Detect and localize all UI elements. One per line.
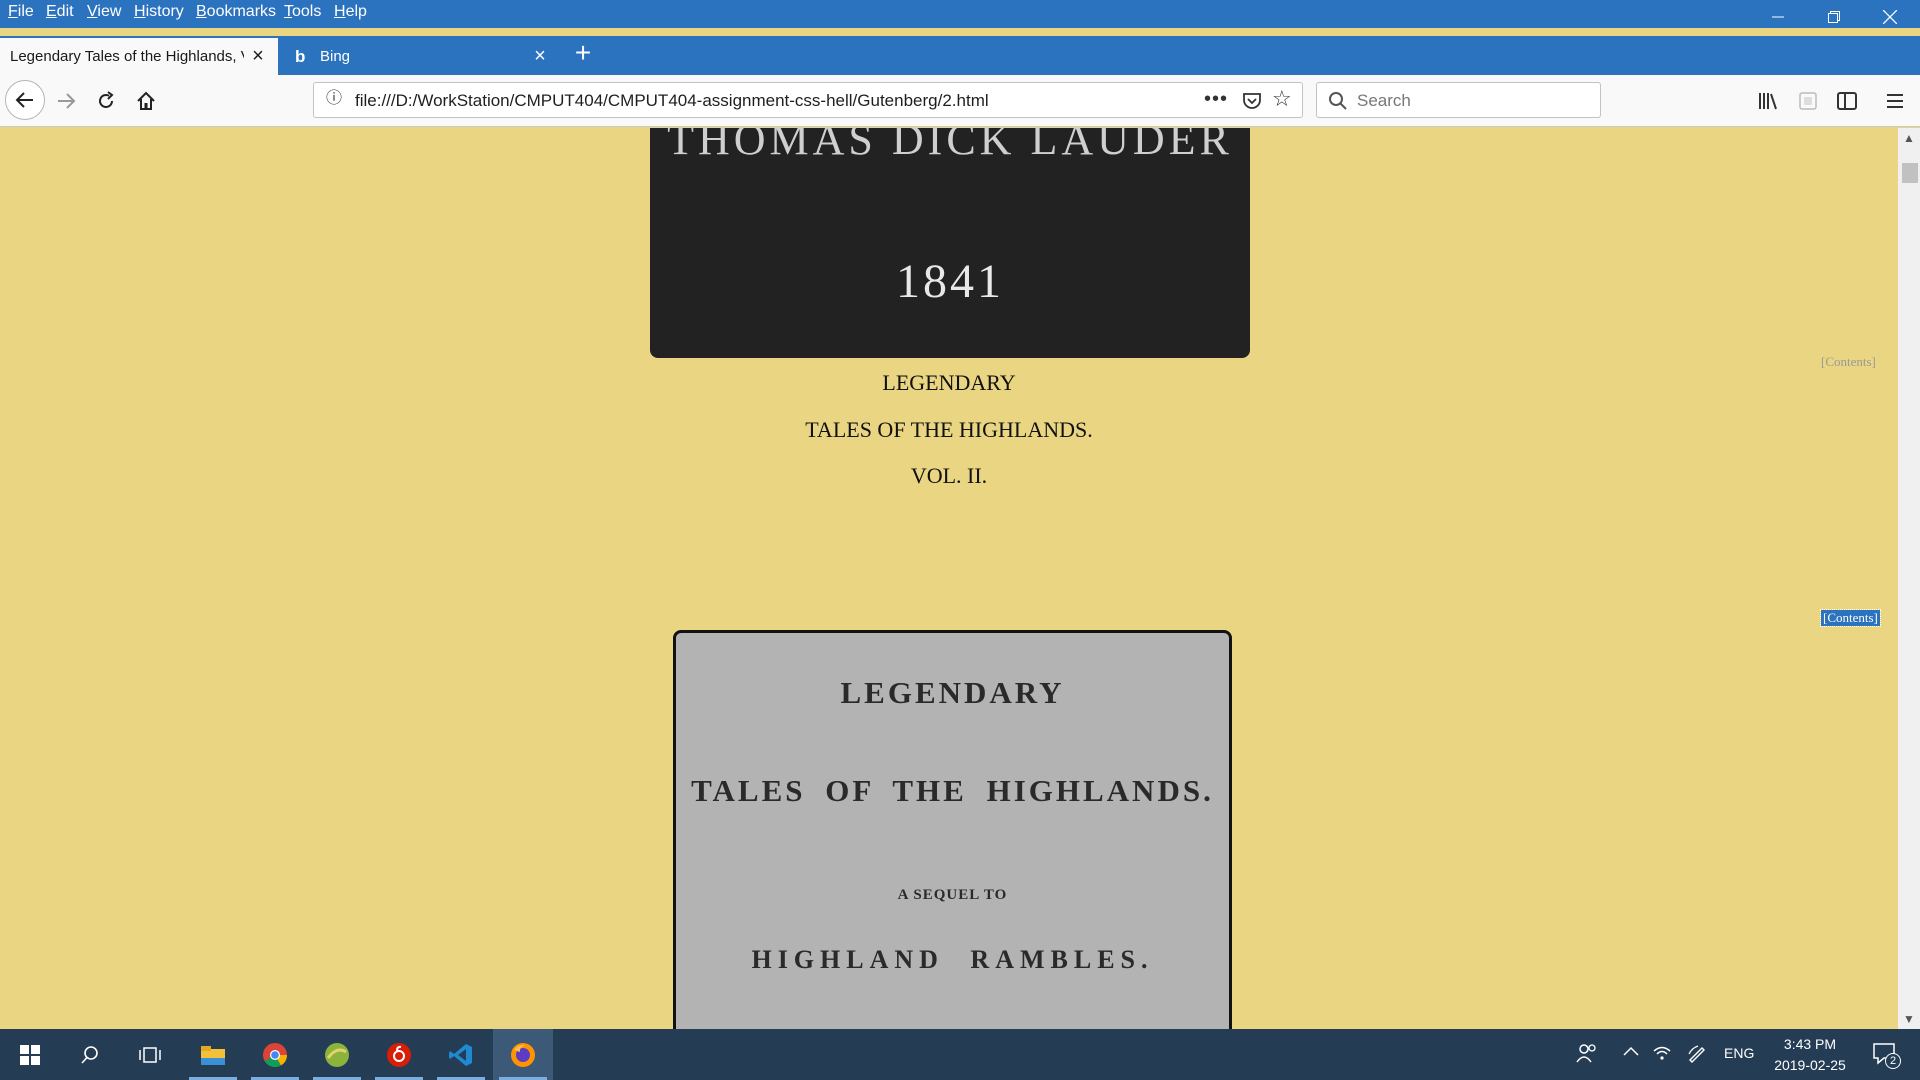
menu-tools[interactable]: Tools <box>284 3 321 21</box>
url-text[interactable]: file:///D:/WorkStation/CMPUT404/CMPUT404… <box>355 91 989 111</box>
firefox-icon <box>511 1042 535 1067</box>
heading-tales: TALES OF THE HIGHLANDS. <box>805 417 1093 442</box>
library-button[interactable] <box>1755 88 1781 114</box>
tab-title: Legendary Tales of the Highlands, V <box>10 48 244 65</box>
vscode-button[interactable] <box>431 1029 491 1080</box>
page-content: THOMAS DICK LAUDER 1841 [Contents] LEGEN… <box>0 128 1898 1029</box>
tab-bar: Legendary Tales of the Highlands, V × b … <box>0 36 1920 75</box>
heading-legendary: LEGENDARY <box>882 370 1016 395</box>
scroll-down-arrow-icon[interactable]: ▼ <box>1898 1009 1920 1029</box>
taskbar-search-button[interactable] <box>60 1029 120 1080</box>
title-page-line: A SEQUEL TO <box>897 887 1008 903</box>
language-indicator[interactable]: ENG <box>1724 1045 1754 1061</box>
page-actions-icon[interactable]: ••• <box>1204 89 1228 109</box>
book-cover-image: THOMAS DICK LAUDER 1841 <box>650 128 1250 358</box>
notification-count-badge: 2 <box>1885 1053 1901 1069</box>
restore-button[interactable] <box>1806 0 1862 34</box>
start-button[interactable] <box>0 1029 60 1080</box>
firefox-button[interactable] <box>493 1029 553 1080</box>
reload-icon <box>99 91 114 108</box>
minimize-icon <box>1772 16 1784 18</box>
chrome-button[interactable] <box>245 1029 305 1080</box>
netease-music-icon <box>387 1042 411 1067</box>
netease-music-button[interactable] <box>369 1029 429 1080</box>
back-button[interactable] <box>5 80 45 120</box>
tab-title: Bing <box>320 48 351 65</box>
menu-button[interactable] <box>1882 88 1908 114</box>
restore-icon <box>1828 11 1840 23</box>
search-icon <box>1329 92 1347 110</box>
vertical-scrollbar[interactable]: ▲ ▼ <box>1898 128 1920 1029</box>
menu-view[interactable]: View <box>87 3 121 21</box>
file-explorer-button[interactable] <box>183 1029 243 1080</box>
contents-link[interactable]: [Contents] <box>1821 354 1876 370</box>
close-tab-icon[interactable]: × <box>530 46 550 66</box>
title-page-line: HIGHLAND RAMBLES. <box>751 945 1154 974</box>
green-app-icon <box>325 1042 349 1067</box>
task-view-button[interactable] <box>120 1029 180 1080</box>
search-placeholder: Search <box>1357 91 1411 110</box>
new-tab-button[interactable]: + <box>566 38 600 72</box>
close-icon <box>1883 10 1897 24</box>
people-icon[interactable] <box>1576 1042 1598 1069</box>
close-tab-icon[interactable]: × <box>248 46 268 66</box>
clock-time: 3:43 PM <box>1783 1036 1837 1052</box>
chrome-icon <box>263 1042 287 1067</box>
sidebar-icon <box>1837 92 1857 110</box>
cover-author-text: THOMAS DICK LAUDER <box>667 128 1233 164</box>
library-icon <box>1759 93 1777 110</box>
clock[interactable]: 3:43 PM 2019-02-25 <box>1760 1034 1860 1076</box>
reload-button[interactable] <box>92 88 120 114</box>
folder-icon <box>201 1045 225 1065</box>
hamburger-icon <box>1887 94 1903 108</box>
clock-date: 2019-02-25 <box>1774 1057 1846 1073</box>
extension-button[interactable] <box>1795 88 1821 114</box>
pocket-icon[interactable] <box>1242 91 1262 111</box>
search-icon <box>81 1045 98 1064</box>
forward-button[interactable] <box>52 88 80 114</box>
back-arrow-icon <box>15 92 33 108</box>
minimize-button[interactable] <box>1750 0 1806 34</box>
menu-history[interactable]: History <box>134 3 184 21</box>
forward-arrow-icon <box>58 93 76 109</box>
menu-bookmarks[interactable]: Bookmarks <box>196 3 276 21</box>
contents-link-focused[interactable]: [Contents] <box>1820 609 1881 627</box>
scroll-thumb[interactable] <box>1902 163 1918 183</box>
cover-year: 1841 <box>896 255 1004 308</box>
task-view-icon <box>139 1046 161 1063</box>
windows-taskbar: ENG 3:43 PM 2019-02-25 2 <box>0 1029 1920 1080</box>
sidebar-button[interactable] <box>1834 88 1860 114</box>
menu-help[interactable]: Help <box>334 3 367 21</box>
wifi-icon[interactable] <box>1652 1043 1672 1066</box>
pen-icon[interactable] <box>1686 1042 1708 1069</box>
close-window-button[interactable] <box>1862 0 1918 34</box>
url-bar[interactable]: ⓘ file:///D:/WorkStation/CMPUT404/CMPUT4… <box>313 82 1303 118</box>
title-page-image: LEGENDARY TALES OF THE HIGHLANDS. A SEQU… <box>673 630 1232 1029</box>
scroll-up-arrow-icon[interactable]: ▲ <box>1898 128 1920 148</box>
tab-legendary-tales[interactable]: Legendary Tales of the Highlands, V × <box>0 38 278 75</box>
vscode-icon <box>449 1043 472 1066</box>
menu-file[interactable]: File <box>8 3 34 21</box>
windows-logo-icon <box>20 1044 40 1065</box>
search-box[interactable]: Search <box>1316 82 1601 118</box>
home-button[interactable] <box>132 88 160 114</box>
title-page-line: LEGENDARY <box>840 675 1065 710</box>
action-center-button[interactable]: 2 <box>1866 1039 1906 1071</box>
home-icon <box>137 91 155 110</box>
heading-volume: VOL. II. <box>910 463 988 488</box>
menu-bar: File Edit View History Bookmarks Tools H… <box>0 0 1920 28</box>
green-app-button[interactable] <box>307 1029 367 1080</box>
tab-bing[interactable]: b Bing × <box>283 38 560 75</box>
menu-edit[interactable]: Edit <box>46 3 74 21</box>
navigation-toolbar: ⓘ file:///D:/WorkStation/CMPUT404/CMPUT4… <box>0 75 1920 127</box>
bing-icon: b <box>295 47 306 66</box>
title-page-line: TALES OF THE HIGHLANDS. <box>691 773 1214 808</box>
show-hidden-icons-icon[interactable] <box>1622 1044 1640 1063</box>
bookmark-star-icon[interactable]: ☆ <box>1272 88 1292 110</box>
info-icon[interactable]: ⓘ <box>326 91 342 107</box>
extension-icon <box>1799 92 1817 110</box>
